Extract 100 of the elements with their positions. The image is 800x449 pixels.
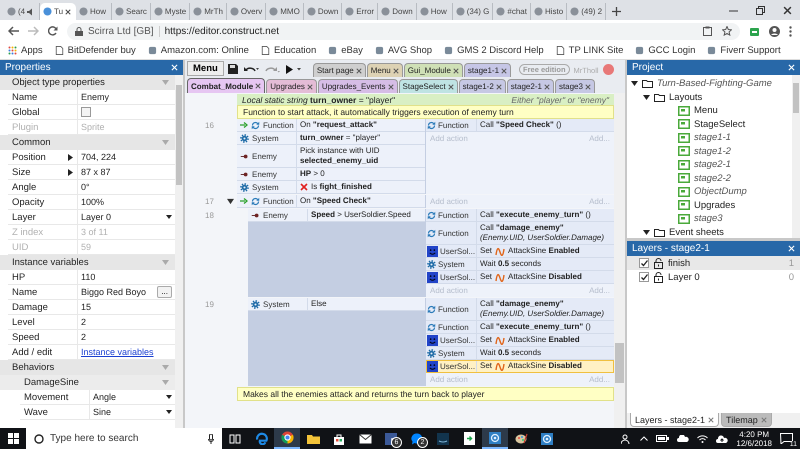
star-icon[interactable] — [722, 26, 732, 36]
section-header[interactable]: Common — [12, 137, 51, 148]
tree-item[interactable]: stage1-1 — [694, 132, 731, 144]
collapse-triangle-icon[interactable] — [643, 94, 650, 101]
scrollbar-thumb[interactable] — [615, 343, 624, 383]
action-row[interactable]: System Wait 0.5 seconds — [426, 258, 614, 271]
battery-icon[interactable] — [656, 435, 670, 442]
dropdown-value[interactable]: Sine — [93, 407, 112, 417]
visibility-checkbox[interactable] — [639, 258, 649, 268]
collapse-triangle-icon[interactable] — [631, 80, 638, 88]
tree-item[interactable]: stage2-2 — [694, 172, 731, 184]
layer-row[interactable]: Layer 0 0 — [627, 270, 800, 284]
tree-item[interactable]: Menu — [694, 105, 718, 116]
condition-row[interactable]: System Is fight_finished — [237, 181, 425, 194]
checkbox[interactable] — [81, 107, 91, 117]
sheet-tab[interactable]: Upgrades_Events — [318, 79, 398, 93]
menu-button[interactable]: Menu — [187, 61, 224, 76]
search-field[interactable]: Type here to search — [26, 428, 222, 449]
extension-icon[interactable] — [749, 26, 760, 36]
scrollbar-thumb[interactable] — [176, 85, 182, 185]
property-value[interactable]: Enemy — [81, 92, 110, 102]
people-icon[interactable] — [621, 434, 632, 444]
sheet-tab[interactable]: Upgrades — [266, 79, 317, 93]
dropdown-caret-icon[interactable] — [166, 410, 172, 414]
dropdown-caret-icon[interactable] — [166, 215, 172, 219]
tree-item[interactable]: stage1-2 — [694, 146, 731, 157]
action-row[interactable]: UserSol... Set AttackSine Disabled — [426, 271, 614, 284]
condition-row[interactable]: Function On "request_attack" — [237, 119, 425, 132]
property-value[interactable]: 0° — [81, 182, 90, 192]
address-bar[interactable]: Scirra Ltd [GB] https://editor.construct.net — [67, 22, 740, 40]
close-icon[interactable] — [392, 68, 399, 74]
property-value[interactable]: 87 x 87 — [81, 167, 111, 177]
close-icon[interactable] — [496, 84, 502, 90]
tree-item[interactable]: ObjectDump — [694, 186, 747, 198]
bookmark[interactable]: AVG Shop — [374, 45, 432, 56]
windows-logo-icon[interactable] — [8, 433, 18, 444]
close-icon[interactable] — [452, 68, 459, 74]
dropdown-value[interactable]: Angle — [93, 392, 116, 402]
action-row[interactable]: Function Call "execute_enemy_turn" () — [426, 209, 614, 222]
microphone-icon[interactable] — [208, 434, 214, 444]
tree-item[interactable]: stage2-1 — [694, 159, 731, 170]
section-header[interactable]: Behaviors — [12, 362, 54, 373]
undo-icon[interactable] — [244, 65, 259, 73]
close-icon[interactable] — [356, 68, 362, 74]
browse-button[interactable]: ... — [157, 286, 172, 298]
account-icon[interactable] — [769, 26, 780, 36]
new-tab-icon[interactable] — [612, 7, 622, 16]
cloud-icon[interactable] — [677, 435, 690, 442]
bookmark[interactable]: Amazon.com: Online — [148, 45, 249, 56]
action-row[interactable]: Function Call "damage_enemy" (Enemy.UID, UserSoldier.Damage) — [426, 222, 614, 245]
wifi-icon[interactable] — [697, 434, 708, 442]
action-row[interactable]: Function Call "damage_enemy" (Enemy.UID, UserSoldier.Damage) — [426, 298, 614, 321]
event-block[interactable] — [248, 209, 614, 298]
taskbar-button[interactable] — [274, 428, 300, 449]
sheet-tab[interactable]: Start page — [312, 63, 366, 77]
back-arrow-icon[interactable] — [8, 26, 19, 36]
dropdown-value[interactable]: Layer 0 — [81, 212, 112, 222]
action-row[interactable]: UserSol... Set AttackSine Enabled — [426, 334, 614, 347]
instance-variables-link[interactable]: Instance variables — [81, 347, 154, 357]
bookmark[interactable]: eBay — [328, 45, 363, 56]
tree-item[interactable]: stage3 — [694, 213, 723, 224]
expand-triangle-icon[interactable] — [68, 168, 73, 176]
scrollbar-thumb[interactable] — [793, 83, 799, 113]
bookmark[interactable]: GMS 2 Discord Help — [444, 45, 544, 56]
sheet-tab[interactable]: stage1-1 — [464, 63, 512, 77]
clock-date[interactable]: 12/6/2018 — [736, 438, 772, 448]
bookmark[interactable]: Education — [260, 45, 316, 56]
upload-cloud-icon[interactable] — [716, 434, 728, 442]
scrollbar[interactable] — [792, 75, 800, 238]
close-icon[interactable] — [448, 84, 454, 90]
tree-item[interactable]: StageSelect — [694, 118, 746, 130]
sheet-tab[interactable]: stage3 — [554, 79, 595, 93]
event-block[interactable] — [248, 298, 614, 387]
sheet-tab[interactable]: StageSelect — [398, 79, 458, 93]
bookmark[interactable]: Fiverr Support — [707, 45, 781, 56]
clock-time[interactable]: 4:20 PM — [739, 430, 770, 438]
condition-row[interactable]: System turn_owner = "player" — [237, 132, 425, 145]
close-icon[interactable] — [388, 84, 394, 90]
tree-item[interactable]: Turn-Based-Fighting-Game — [657, 78, 772, 90]
menu-dots-icon[interactable] — [789, 26, 792, 36]
panel-tab[interactable]: Layers - stage2-1 — [630, 413, 720, 427]
play-icon[interactable] — [286, 64, 301, 74]
comment[interactable]: Function to start attack, it automatically triggers execution of enemy turn — [237, 105, 614, 119]
sheet-tab[interactable]: Gui_Module — [404, 63, 463, 77]
browser-tab[interactable]: Tu — [40, 3, 76, 20]
action-row[interactable]: UserSol... Set AttackSine Enabled — [426, 245, 614, 258]
event-block[interactable]: Function On "request_attack" System turn_owner = "player" Enemy Pick instance with UID selected_enemy_uid Enemy HP > 0 System Is fight_finished Function Call "Speed Check" () Add action Add... — [237, 119, 614, 195]
action-row[interactable]: Function Call "Speed Check" () — [426, 119, 614, 132]
dropdown-caret-icon[interactable] — [166, 395, 172, 399]
expand-triangle-icon[interactable] — [68, 154, 73, 160]
sheet-tab[interactable]: Combat_Module — [187, 78, 266, 93]
action-row[interactable]: System Wait 0.5 seconds — [426, 347, 614, 360]
scrollbar[interactable] — [614, 93, 625, 428]
tree-item[interactable]: Upgrades — [694, 200, 736, 211]
close-icon[interactable] — [65, 8, 72, 14]
tree-item[interactable]: Event sheets — [669, 226, 724, 238]
close-icon[interactable] — [584, 84, 591, 90]
condition-row[interactable]: System Else — [248, 298, 425, 311]
bookmark[interactable]: TP LINK Site — [556, 45, 624, 56]
sheet-tab[interactable]: stage2-1 — [506, 79, 554, 93]
